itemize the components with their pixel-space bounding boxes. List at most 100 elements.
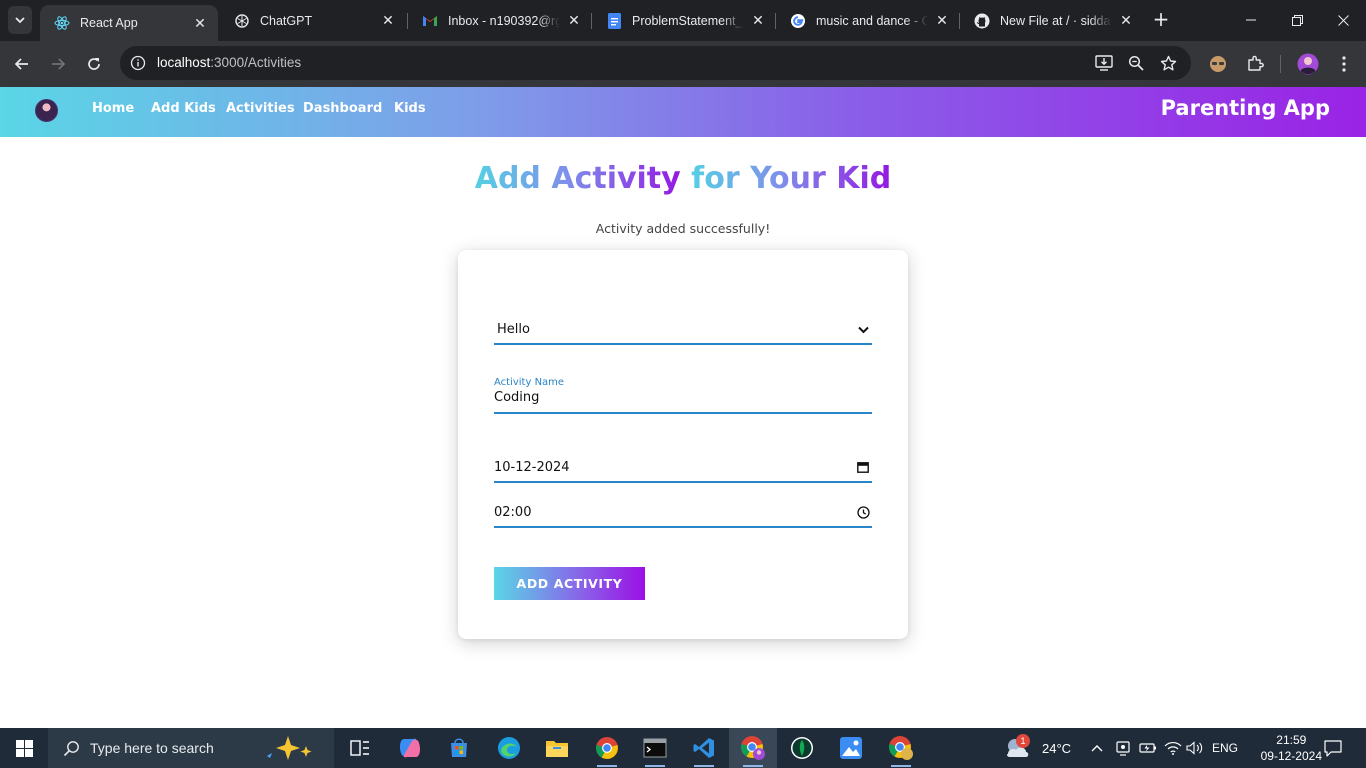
chevron-up-icon — [1091, 745, 1103, 752]
url-text[interactable]: localhost:3000/Activities — [157, 55, 301, 70]
clock-date: 09-12-2024 — [1260, 749, 1322, 763]
close-tab-icon[interactable]: ✕ — [566, 12, 582, 29]
tab-search-button[interactable] — [8, 6, 32, 34]
browser-menu-button[interactable] — [1331, 51, 1357, 77]
nav-link-kids[interactable]: Kids — [394, 101, 426, 116]
close-icon — [1337, 14, 1349, 26]
activity-name-label: Activity Name — [494, 377, 565, 388]
url-path: :3000/Activities — [210, 55, 302, 70]
weather-temperature: 24°C — [1042, 740, 1072, 756]
back-button[interactable] — [9, 51, 35, 77]
restore-button[interactable] — [1274, 0, 1320, 40]
nav-link-dashboard[interactable]: Dashboard — [303, 101, 382, 116]
tab-chatgpt[interactable]: ChatGPT ✕ — [220, 5, 406, 36]
kid-select[interactable]: Hello — [494, 310, 872, 345]
taskbar-chrome-profile[interactable] — [729, 728, 777, 768]
volume-icon[interactable] — [1186, 728, 1204, 768]
more-vertical-icon — [1342, 56, 1346, 72]
notifications-button[interactable] — [1324, 728, 1342, 768]
close-tab-icon[interactable]: ✕ — [192, 15, 208, 32]
activity-name-field[interactable]: Activity Name Coding — [494, 377, 872, 414]
tab-docs[interactable]: ProblemStatement_III ✕ — [592, 5, 776, 36]
activity-date-field[interactable]: 10-12-2024 — [494, 450, 872, 483]
app-logo-avatar[interactable] — [35, 99, 58, 122]
nav-link-activities[interactable]: Activities — [226, 101, 295, 116]
tab-react-app[interactable]: React App ✕ — [40, 5, 218, 41]
meet-now-icon[interactable] — [1116, 728, 1130, 768]
close-window-button[interactable] — [1320, 0, 1366, 40]
tab-title: music and dance - Google Search — [816, 13, 928, 28]
close-tab-icon[interactable]: ✕ — [380, 12, 396, 29]
restore-icon — [1291, 14, 1303, 26]
new-tab-button[interactable]: + — [1150, 8, 1172, 30]
tab-github[interactable]: New File at / · siddardha ✕ — [960, 5, 1144, 36]
install-app-icon[interactable] — [1094, 53, 1114, 73]
copilot-icon — [400, 738, 420, 758]
address-bar[interactable]: localhost:3000/Activities — [120, 46, 1191, 80]
taskbar-photos[interactable] — [827, 728, 875, 768]
battery-icon[interactable] — [1139, 728, 1157, 768]
google-docs-icon — [606, 12, 622, 29]
page-title-part1: Add Activity — [474, 161, 681, 196]
close-tab-icon[interactable]: ✕ — [750, 12, 766, 29]
kid-select-value: Hello — [497, 322, 530, 337]
start-button[interactable] — [0, 728, 48, 768]
chevron-down-icon[interactable] — [856, 323, 870, 337]
taskbar-search-box[interactable]: Type here to search — [48, 728, 334, 768]
browser-toolbar: localhost:3000/Activities — [0, 41, 1366, 87]
tab-gmail[interactable]: Inbox - n190392@rgukt.ac.in ✕ — [408, 5, 592, 36]
taskbar-chrome[interactable] — [583, 728, 631, 768]
activity-time-value: 02:00 — [494, 505, 532, 520]
nav-link-home[interactable]: Home — [92, 101, 134, 116]
bookmark-star-icon[interactable] — [1158, 53, 1178, 73]
minimize-icon — [1246, 19, 1256, 21]
gmail-icon — [422, 13, 438, 29]
clock-icon[interactable] — [856, 505, 870, 519]
calendar-icon[interactable] — [856, 460, 870, 474]
taskbar-store[interactable] — [435, 728, 483, 768]
app-brand-title: Parenting App — [1160, 96, 1330, 120]
tray-overflow-button[interactable] — [1091, 728, 1103, 768]
tab-google-search[interactable]: music and dance - Google Search ✕ — [776, 5, 960, 36]
language-indicator[interactable]: ENG — [1212, 728, 1238, 768]
taskbar-file-explorer[interactable] — [533, 728, 581, 768]
activity-date-value: 10-12-2024 — [494, 460, 570, 475]
page-title: Add Activity for Your Kid — [0, 161, 1366, 196]
taskbar-mongodb[interactable] — [778, 728, 826, 768]
profile-avatar[interactable] — [1295, 51, 1321, 77]
extension-icon[interactable] — [1205, 51, 1231, 77]
forward-button[interactable] — [45, 51, 71, 77]
close-tab-icon[interactable]: ✕ — [1118, 12, 1134, 29]
minimize-button[interactable] — [1228, 0, 1274, 40]
taskbar-chrome-profile-2[interactable] — [877, 728, 925, 768]
taskbar-search-placeholder: Type here to search — [90, 740, 214, 756]
close-tab-icon[interactable]: ✕ — [934, 12, 950, 29]
tab-title: ChatGPT — [260, 13, 313, 28]
chrome-profile-icon — [889, 736, 913, 760]
tab-title: React App — [80, 16, 138, 30]
site-info-icon[interactable] — [128, 53, 148, 73]
extensions-puzzle-icon[interactable] — [1242, 51, 1268, 77]
task-view-button[interactable] — [336, 728, 384, 768]
clock-time: 21:59 — [1276, 733, 1307, 747]
chrome-profile-icon — [741, 736, 765, 760]
taskbar-copilot[interactable] — [386, 728, 434, 768]
url-host: localhost — [157, 55, 211, 70]
system-clock[interactable]: 21:59 09-12-2024 — [1261, 732, 1322, 764]
add-activity-button[interactable]: ADD ACTIVITY — [494, 567, 645, 600]
nav-link-add-kids[interactable]: Add Kids — [151, 101, 216, 116]
success-message: Activity added successfully! — [595, 221, 771, 236]
activity-time-field[interactable]: 02:00 — [494, 495, 872, 528]
zoom-icon[interactable] — [1126, 53, 1146, 73]
edge-icon — [498, 737, 520, 759]
toolbar-separator — [1280, 55, 1281, 73]
taskbar-terminal[interactable] — [631, 728, 679, 768]
reload-icon — [88, 58, 100, 70]
vscode-icon — [693, 738, 714, 758]
weather-widget[interactable]: 1 24°C — [1004, 728, 1071, 768]
reload-button[interactable] — [81, 51, 107, 77]
folder-icon — [546, 741, 568, 757]
wifi-icon[interactable] — [1164, 728, 1182, 768]
taskbar-vscode[interactable] — [680, 728, 728, 768]
taskbar-edge[interactable] — [485, 728, 533, 768]
